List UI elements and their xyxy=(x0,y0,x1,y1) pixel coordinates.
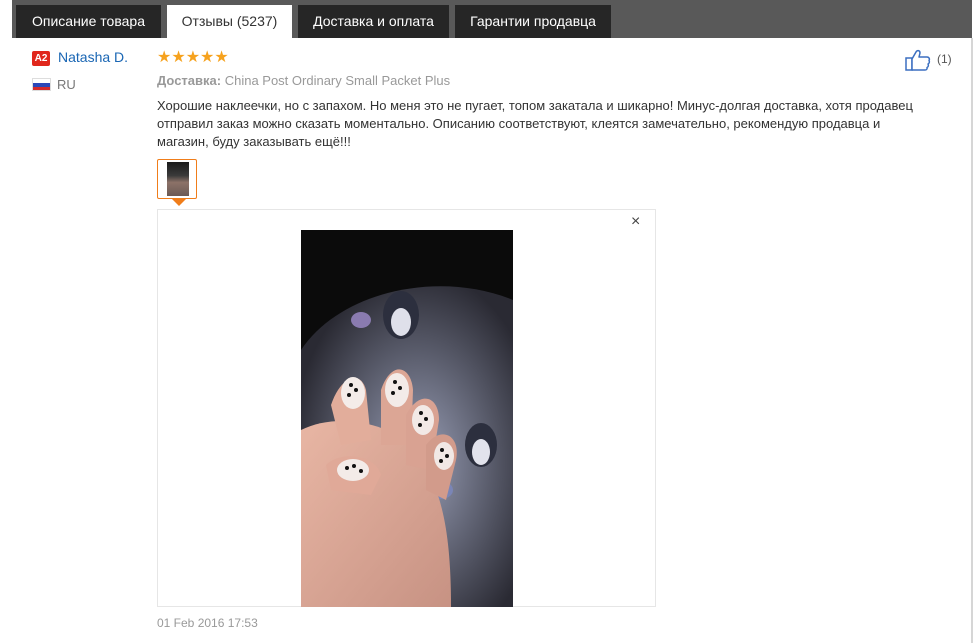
helpful-count: (1) xyxy=(937,52,952,66)
star-rating: ★★★★★ xyxy=(157,49,229,66)
user-country: RU xyxy=(57,77,76,92)
review-photo xyxy=(301,230,513,607)
delivery-method: China Post Ordinary Small Packet Plus xyxy=(224,73,451,88)
helpful-button[interactable]: (1) xyxy=(905,49,952,71)
thumbs-up-icon xyxy=(905,49,931,75)
tab-seller-guarantees[interactable]: Гарантии продавца xyxy=(455,5,611,38)
tab-description[interactable]: Описание товара xyxy=(16,5,161,38)
russia-flag-icon xyxy=(32,78,51,91)
thumbnail-pointer xyxy=(172,199,186,206)
tab-bar: Описание товара Отзывы (5237) Доставка и… xyxy=(12,0,972,38)
tab-reviews[interactable]: Отзывы (5237) xyxy=(167,5,292,38)
review-text: Хорошие наклеечки, но с запахом. Но меня… xyxy=(157,98,913,149)
close-icon[interactable]: × xyxy=(631,213,640,231)
delivery-label: Доставка: xyxy=(157,73,222,88)
user-name-link[interactable]: Natasha D. xyxy=(58,49,128,65)
tab-delivery-payment[interactable]: Доставка и оплата xyxy=(298,5,449,38)
review-photo-thumbnail[interactable] xyxy=(157,159,197,199)
delivery-info: Доставка: China Post Ordinary Small Pack… xyxy=(157,73,450,88)
thumbnail-image xyxy=(167,162,189,196)
review-date: 01 Feb 2016 17:53 xyxy=(157,616,258,630)
user-level-badge: A2 xyxy=(32,51,50,66)
divider xyxy=(971,38,973,643)
